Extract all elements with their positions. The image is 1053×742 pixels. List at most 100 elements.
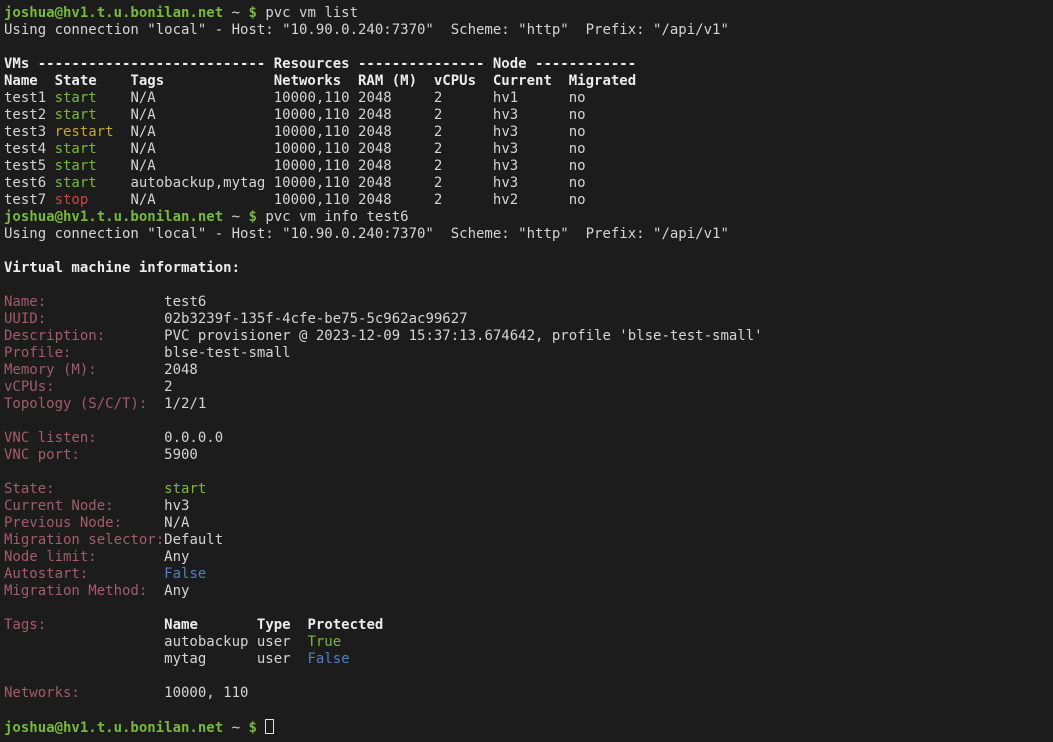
info-field-label: State: [4,481,55,497]
terminal-line: mytag user False [4,651,1053,668]
vm-row-cells: autobackup,mytag 10000,110 2048 2 hv3 no [97,175,586,191]
tag-row-cells: autobackup user [4,634,307,650]
connection-info: Using connection "local" - Host: "10.90.… [4,226,729,242]
prompt-user-host: joshua@hv1.t.u.bonilan.net [4,720,223,736]
terminal-line: UUID: 02b3239f-135f-4cfe-be75-5c962ac996… [4,311,1053,328]
info-autostart-value: False [164,566,206,582]
terminal-line: Virtual machine information: [4,260,1053,277]
terminal-line [4,39,1053,56]
prompt-symbol: $ [248,5,265,21]
info-field-value: N/A [122,515,189,531]
terminal-line [4,277,1053,294]
terminal-line: Autostart: False [4,566,1053,583]
terminal-line [4,600,1053,617]
terminal-line: Using connection "local" - Host: "10.90.… [4,22,1053,39]
prompt-symbol: $ [248,209,265,225]
info-field-value: Any [147,583,189,599]
terminal-line: VMs --------------------------- Resource… [4,56,1053,73]
info-field-label: Migration Method: [4,583,147,599]
info-field-value: hv3 [114,498,190,514]
connection-info: Using connection "local" - Host: "10.90.… [4,22,729,38]
terminal-screen[interactable]: joshua@hv1.t.u.bonilan.net ~ $ pvc vm li… [4,5,1053,742]
terminal-line: Topology (S/C/T): 1/2/1 [4,396,1053,413]
terminal-line: Migration Method: Any [4,583,1053,600]
info-field-value: 2048 [97,362,198,378]
terminal-line: Previous Node: N/A [4,515,1053,532]
info-field-label: Memory (M): [4,362,97,378]
vm-state-cell: restart [55,124,114,140]
terminal-line: test1 start N/A 10000,110 2048 2 hv1 no [4,90,1053,107]
info-field-label: vCPUs: [4,379,55,395]
info-field-label: Migration selector: [4,532,164,548]
tags-table-header: Name Type Protected [164,617,383,633]
terminal-line [4,464,1053,481]
vm-table-column-header: Name State Tags Networks RAM (M) vCPUs C… [4,73,636,89]
prompt-user-host: joshua@hv1.t.u.bonilan.net [4,5,223,21]
prompt-cwd: ~ [223,209,248,225]
terminal-line [4,413,1053,430]
terminal-line: test7 stop N/A 10000,110 2048 2 hv2 no [4,192,1053,209]
terminal-line: Tags: Name Type Protected [4,617,1053,634]
terminal-line: joshua@hv1.t.u.bonilan.net ~ $ [4,719,1053,736]
vm-name-cell: test7 [4,192,55,208]
info-field-label: Autostart: [4,566,88,582]
vm-name-cell: test5 [4,158,55,174]
terminal-line: Profile: blse-test-small [4,345,1053,362]
info-field-value: Default [164,532,223,548]
terminal-line: Migration selector:Default [4,532,1053,549]
terminal-line: Using connection "local" - Host: "10.90.… [4,226,1053,243]
info-field-value: 2 [55,379,173,395]
info-field-value: 0.0.0.0 [97,430,223,446]
terminal-line: Description: PVC provisioner @ 2023-12-0… [4,328,1053,345]
info-field-label: Topology (S/C/T): [4,396,147,412]
terminal-line: test5 start N/A 10000,110 2048 2 hv3 no [4,158,1053,175]
terminal-line: Name: test6 [4,294,1053,311]
vm-state-cell: start [55,175,97,191]
vm-table-group-header: VMs --------------------------- Resource… [4,56,636,72]
info-field-value: blse-test-small [71,345,290,361]
tag-protected-value: False [307,651,349,667]
info-field-label: Networks: [4,685,80,701]
prompt-user-host: joshua@hv1.t.u.bonilan.net [4,209,223,225]
terminal-line [4,243,1053,260]
info-field-value: 02b3239f-135f-4cfe-be75-5c962ac99627 [46,311,467,327]
vm-state-cell: start [55,90,97,106]
terminal-line: VNC port: 5900 [4,447,1053,464]
prompt-symbol: $ [248,720,265,736]
tag-protected-value: True [307,634,341,650]
prompt-cwd: ~ [223,5,248,21]
terminal-line: Networks: 10000, 110 [4,685,1053,702]
vm-row-cells: N/A 10000,110 2048 2 hv3 no [97,158,586,174]
info-field-value: 1/2/1 [147,396,206,412]
vm-name-cell: test4 [4,141,55,157]
command-text: pvc vm list [265,5,358,21]
terminal-line: VNC listen: 0.0.0.0 [4,430,1053,447]
vm-row-cells: N/A 10000,110 2048 2 hv3 no [114,124,586,140]
info-field-label: Previous Node: [4,515,122,531]
info-state-value: start [164,481,206,497]
vm-info-title: Virtual machine information: [4,260,240,276]
info-field-value: test6 [46,294,206,310]
terminal-line [4,702,1053,719]
info-field-label: Node limit: [4,549,97,565]
prompt-cwd: ~ [223,720,248,736]
vm-state-cell: stop [55,192,89,208]
terminal-line: State: start [4,481,1053,498]
vm-row-cells: N/A 10000,110 2048 2 hv1 no [97,90,586,106]
info-field-label: Name: [4,294,46,310]
info-field-value: PVC provisioner @ 2023-12-09 15:37:13.67… [105,328,762,344]
info-field-label: VNC listen: [4,430,97,446]
info-field-label: Profile: [4,345,71,361]
vm-state-cell: start [55,158,97,174]
spacer [46,617,164,633]
vm-name-cell: test2 [4,107,55,123]
vm-name-cell: test3 [4,124,55,140]
terminal-line: test2 start N/A 10000,110 2048 2 hv3 no [4,107,1053,124]
spacer [55,481,165,497]
terminal-line: autobackup user True [4,634,1053,651]
terminal-line [4,668,1053,685]
info-field-label: UUID: [4,311,46,327]
info-field-label: Description: [4,328,105,344]
terminal-line: Memory (M): 2048 [4,362,1053,379]
spacer [88,566,164,582]
